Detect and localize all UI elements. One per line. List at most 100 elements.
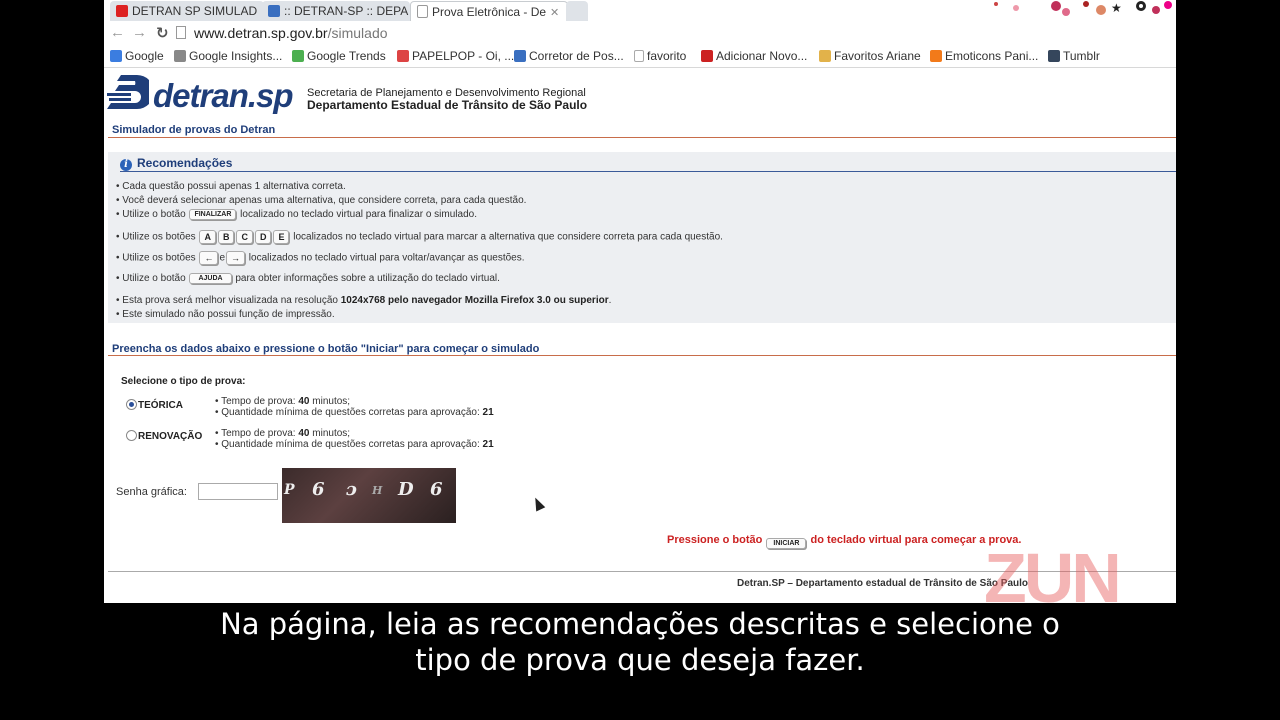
tab-prova-eletronica[interactable]: Prova Eletrônica - De ✕ [410,1,568,22]
rec-text: localizados no teclado virtual para marc… [293,231,723,243]
tab-strip: DETRAN SP SIMULAD✕ :: DETRAN-SP :: DEPA✕… [104,0,1176,22]
bookmarks-bar: Google Google Insights... Google Trends … [104,46,1176,68]
tab-detran-simulado[interactable]: DETRAN SP SIMULAD✕ [110,1,264,21]
page-icon [176,26,186,39]
tab-favicon-icon [268,5,280,17]
subtitle-line-1: Na página, leia as recomendações descrit… [220,607,1060,641]
info-text: • Tempo de prova: [215,428,299,439]
bookmark-papelpop[interactable]: PAPELPOP - Oi, ... [397,48,514,64]
rec-text: Esta prova será melhor visualizada na re… [122,295,338,306]
option-label-teorica[interactable]: TEÓRICA [138,400,183,411]
address-bar[interactable]: www.detran.sp.gov.br/simulado [176,24,1166,43]
key-b: B [217,230,235,244]
browser-window: DETRAN SP SIMULAD✕ :: DETRAN-SP :: DEPA✕… [104,0,1176,603]
corretor-icon [514,50,526,62]
bookmark-emoticons[interactable]: Emoticons Pani... [930,48,1038,64]
folder-icon [819,50,831,62]
rec-text: e [219,252,225,264]
bookmark-favorito[interactable]: favorito [634,48,686,64]
rec-text: Utilize os botões [122,252,196,264]
bookmark-label: Google [125,49,164,63]
rec-text: Cada questão possui apenas 1 alternativa… [122,181,346,192]
zun-watermark: ZUN [984,539,1122,603]
min-line: • Quantidade mínima de questões corretas… [215,439,494,450]
rec-text: Este simulado não possui função de impre… [122,309,335,320]
rec-item-2: • Você deverá selecionar apenas uma alte… [116,195,527,206]
time-line: • Tempo de prova: 40 minutos; [215,396,494,407]
right-arrow-icon: → [226,251,245,265]
ajuda-key: AJUDA [189,273,232,284]
key-d: D [254,230,272,244]
recommendations-heading: i Recomendações [120,156,232,171]
rec-text: localizados no teclado virtual para volt… [248,252,525,264]
rec-item-6: • Utilize o botão AJUDA para obter infor… [116,273,500,285]
reload-icon[interactable]: ↻ [156,24,169,42]
insights-icon [174,50,186,62]
close-icon[interactable]: ✕ [550,7,559,19]
subtitle-line-2: tipo de prova que deseja fazer. [415,643,865,677]
info-icon: i [120,159,132,171]
bookmark-label: Adicionar Novo... [716,49,808,63]
start-instruction: Pressione o botão INICIAR do teclado vir… [667,534,1021,549]
finalizar-key: FINALIZAR [189,209,237,220]
rec-item-5: • Utilize os botões ← e → localizados no t… [116,251,525,265]
bookmark-label: Tumblr [1063,49,1100,63]
tab-detran-depa[interactable]: :: DETRAN-SP :: DEPA✕ [262,1,410,21]
bookmark-label: Google Trends [307,49,386,63]
detran-logo[interactable]: detran.sp [107,71,297,115]
page-icon [417,5,428,18]
bookmark-tumblr[interactable]: Tumblr [1048,48,1100,64]
option-label-renovacao[interactable]: RENOVAÇÃO [138,431,202,442]
new-tab-button[interactable] [566,1,588,21]
bookmark-label: Corretor de Pos... [529,49,624,63]
blogger-icon [930,50,942,62]
rec-item-1: • Cada questão possui apenas 1 alternati… [116,181,346,192]
recommendations-heading-text: Recomendações [137,156,233,170]
rec-text: Utilize os botões [122,231,196,243]
bookmark-label: PAPELPOP - Oi, ... [412,49,515,63]
url-path: /simulado [327,25,388,41]
bookmark-label: Google Insights... [189,49,283,63]
bookmark-label: Emoticons Pani... [945,49,1039,63]
rec-item-8: • Este simulado não possui função de imp… [116,309,335,320]
info-text: • Quantidade mínima de questões corretas… [215,407,483,418]
captcha-char: P [284,482,295,498]
rec-text: localizado no teclado virtual para final… [240,209,477,221]
bookmark-google-insights[interactable]: Google Insights... [174,48,282,64]
tumblr-icon [1048,50,1060,62]
back-arrow-icon[interactable]: ← [110,24,125,41]
min-value: 21 [482,407,494,418]
bookmark-adicionar-novo[interactable]: Adicionar Novo... [701,48,807,64]
bookmark-corretor[interactable]: Corretor de Pos... [514,48,624,64]
logo-wordmark: detran.sp [153,77,294,114]
senha-grafica-input[interactable] [198,483,278,500]
radio-renovacao[interactable] [126,430,137,441]
form-section-title: Preencha os dados abaixo e pressione o b… [112,343,540,355]
info-text: minutos; [309,428,351,439]
rec-text: Você deverá selecionar apenas uma altern… [122,195,527,206]
forward-arrow-icon[interactable]: → [132,24,147,41]
exam-type-label: Selecione o tipo de prova: [121,376,246,387]
option-info-teorica: • Tempo de prova: 40 minutos; • Quantida… [215,396,494,418]
detran-logo-icon [107,75,149,109]
rec-item-4: • Utilize os botões ABCDE localizados no… [116,230,723,244]
key-c: C [236,230,253,244]
tab-label: Prova Eletrônica - De [432,5,547,19]
rec-text: para obter informações sobre a utilizaçã… [235,273,500,285]
info-text: • Tempo de prova: [215,396,299,407]
zotero-icon [701,50,713,62]
bookmark-google[interactable]: Google [110,48,164,64]
press-text: Pressione o botão [667,534,763,546]
captcha-char: H [372,484,383,497]
captcha-char: D [398,479,414,500]
min-line: • Quantidade mínima de questões corretas… [215,407,494,418]
bookmark-google-trends[interactable]: Google Trends [292,48,386,64]
rec-item-3: • Utilize o botão FINALIZAR localizado n… [116,209,477,221]
left-arrow-icon: ← [199,251,219,265]
bookmark-favoritos-ariane[interactable]: Favoritos Ariane [819,48,921,64]
rec-text-bold: 1024x768 pelo navegador Mozilla Firefox … [340,295,609,306]
captcha-char: ɔ [346,479,357,500]
radio-teorica[interactable] [126,399,137,410]
time-value: 40 [298,396,310,407]
iniciar-key: INICIAR [766,538,807,549]
